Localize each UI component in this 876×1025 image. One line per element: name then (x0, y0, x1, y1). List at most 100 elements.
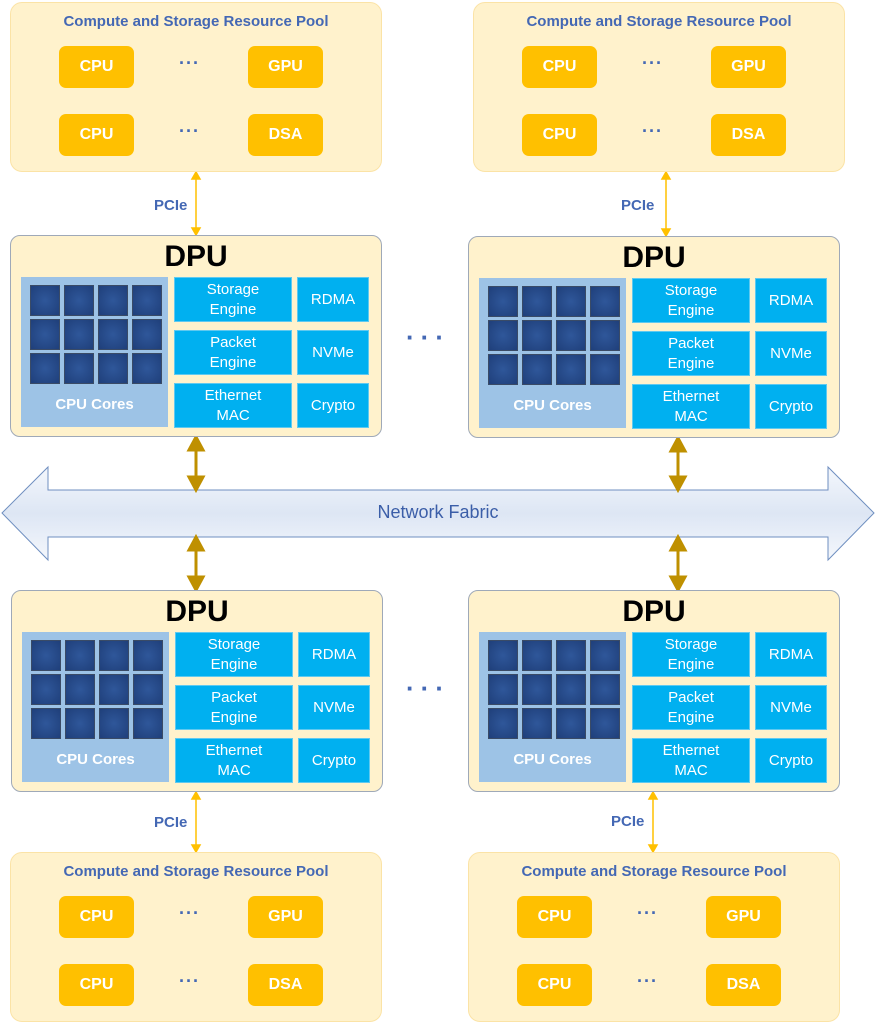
cpu-core-icon (98, 319, 128, 350)
dpu-card: DPU CPU Cores Storage Engine RDMA Packet Eng… (10, 235, 382, 437)
dpu-card: DPU CPU Cores Storage Engine RDMA Packet Eng… (468, 236, 840, 438)
engine-0: Storage Engine (632, 278, 750, 323)
engine-2: Ethernet MAC (175, 738, 293, 783)
cpu-core-icon (488, 354, 518, 385)
accelerator-nvme: NVMe (297, 330, 369, 375)
ellipsis: ··· (642, 53, 663, 73)
chip-dsa: DSA (711, 114, 786, 156)
cpu-core-icon (132, 319, 162, 350)
engine-2: Ethernet MAC (632, 738, 750, 783)
resource-pool: Compute and Storage Resource Pool CPU GPU C… (468, 852, 840, 1022)
engine-1: Packet Engine (175, 685, 293, 730)
pool-title: Compute and Storage Resource Pool (63, 13, 329, 30)
cpu-core-icon (133, 674, 163, 705)
engine-1: Packet Engine (632, 331, 750, 376)
cpu-core-icon (31, 708, 61, 739)
cpu-core-icon (488, 674, 518, 705)
cpu-core-icon (522, 320, 552, 351)
engine-2: Ethernet MAC (632, 384, 750, 429)
dpu-title: DPU (622, 241, 686, 274)
cpu-core-icon (64, 285, 94, 316)
cpu-cores-panel: CPU Cores (22, 632, 169, 782)
engine-1: Packet Engine (174, 330, 292, 375)
ellipsis: ··· (179, 121, 200, 141)
chip-dsa: DSA (248, 964, 323, 1006)
chip-gpu: GPU (248, 896, 323, 938)
cpu-core-icon (488, 708, 518, 739)
dpu-ellipsis: ··· (406, 322, 450, 352)
dpu-title: DPU (622, 595, 686, 628)
cpu-cores-label: CPU Cores (513, 397, 592, 414)
accelerator-nvme: NVMe (755, 331, 827, 376)
cpu-core-icon (556, 286, 586, 317)
cpu-cores-label: CPU Cores (56, 751, 135, 768)
cpu-core-icon (556, 640, 586, 671)
cpu-core-icon (522, 354, 552, 385)
cpu-core-icon (30, 353, 60, 384)
dpu-title: DPU (165, 595, 229, 628)
cpu-core-icon (590, 286, 620, 317)
cpu-core-icon (65, 674, 95, 705)
network-fabric-label: Network Fabric (377, 502, 499, 522)
ellipsis: ··· (637, 903, 658, 923)
cpu-cores-panel: CPU Cores (479, 278, 626, 428)
cpu-core-icon (590, 674, 620, 705)
cpu-core-icon (590, 640, 620, 671)
cpu-core-icon (31, 640, 61, 671)
chip-cpu: CPU (517, 896, 592, 938)
cpu-core-icon (30, 285, 60, 316)
cpu-core-icon (64, 319, 94, 350)
cpu-core-icon (556, 708, 586, 739)
cpu-core-icon (132, 285, 162, 316)
pool-title: Compute and Storage Resource Pool (63, 863, 329, 880)
ellipsis: ··· (179, 903, 200, 923)
pcie-label: PCIe (611, 813, 645, 830)
chip-dsa: DSA (248, 114, 323, 156)
cpu-core-icon (590, 708, 620, 739)
chip-cpu: CPU (59, 46, 134, 88)
accelerator-crypto: Crypto (755, 738, 827, 783)
cpu-core-icon (522, 640, 552, 671)
cpu-core-icon (31, 674, 61, 705)
cpu-core-icon (556, 320, 586, 351)
accelerator-crypto: Crypto (297, 383, 369, 428)
cpu-core-icon (522, 674, 552, 705)
ellipsis: ··· (179, 53, 200, 73)
cpu-core-icon (556, 674, 586, 705)
cpu-core-icon (30, 319, 60, 350)
cpu-core-icon (64, 353, 94, 384)
cpu-cores-label: CPU Cores (513, 751, 592, 768)
chip-cpu: CPU (522, 46, 597, 88)
chip-cpu: CPU (59, 114, 134, 156)
chip-gpu: GPU (711, 46, 786, 88)
resource-pool: Compute and Storage Resource Pool CPU GPU C… (10, 2, 382, 172)
pcie-label: PCIe (154, 814, 188, 831)
pcie-label: PCIe (621, 197, 655, 214)
accelerator-rdma: RDMA (297, 277, 369, 322)
resource-pool: Compute and Storage Resource Pool CPU GPU C… (473, 2, 845, 172)
pool-title: Compute and Storage Resource Pool (526, 13, 792, 30)
dpu-title: DPU (164, 240, 228, 273)
cpu-core-icon (522, 286, 552, 317)
cpu-core-icon (133, 708, 163, 739)
accelerator-nvme: NVMe (755, 685, 827, 730)
accelerator-crypto: Crypto (755, 384, 827, 429)
cpu-core-icon (65, 640, 95, 671)
pcie-label: PCIe (154, 197, 188, 214)
cpu-core-icon (488, 286, 518, 317)
cpu-core-icon (98, 353, 128, 384)
cpu-core-icon (488, 640, 518, 671)
cpu-cores-label: CPU Cores (55, 396, 134, 413)
cpu-core-icon (99, 674, 129, 705)
cpu-core-icon (590, 354, 620, 385)
chip-gpu: GPU (248, 46, 323, 88)
cpu-core-icon (98, 285, 128, 316)
cpu-core-icon (99, 708, 129, 739)
chip-cpu: CPU (59, 964, 134, 1006)
cpu-core-icon (488, 320, 518, 351)
dpu-ellipsis: ··· (406, 673, 450, 703)
engine-2: Ethernet MAC (174, 383, 292, 428)
ellipsis: ··· (179, 971, 200, 991)
chip-cpu: CPU (517, 964, 592, 1006)
cpu-core-icon (99, 640, 129, 671)
